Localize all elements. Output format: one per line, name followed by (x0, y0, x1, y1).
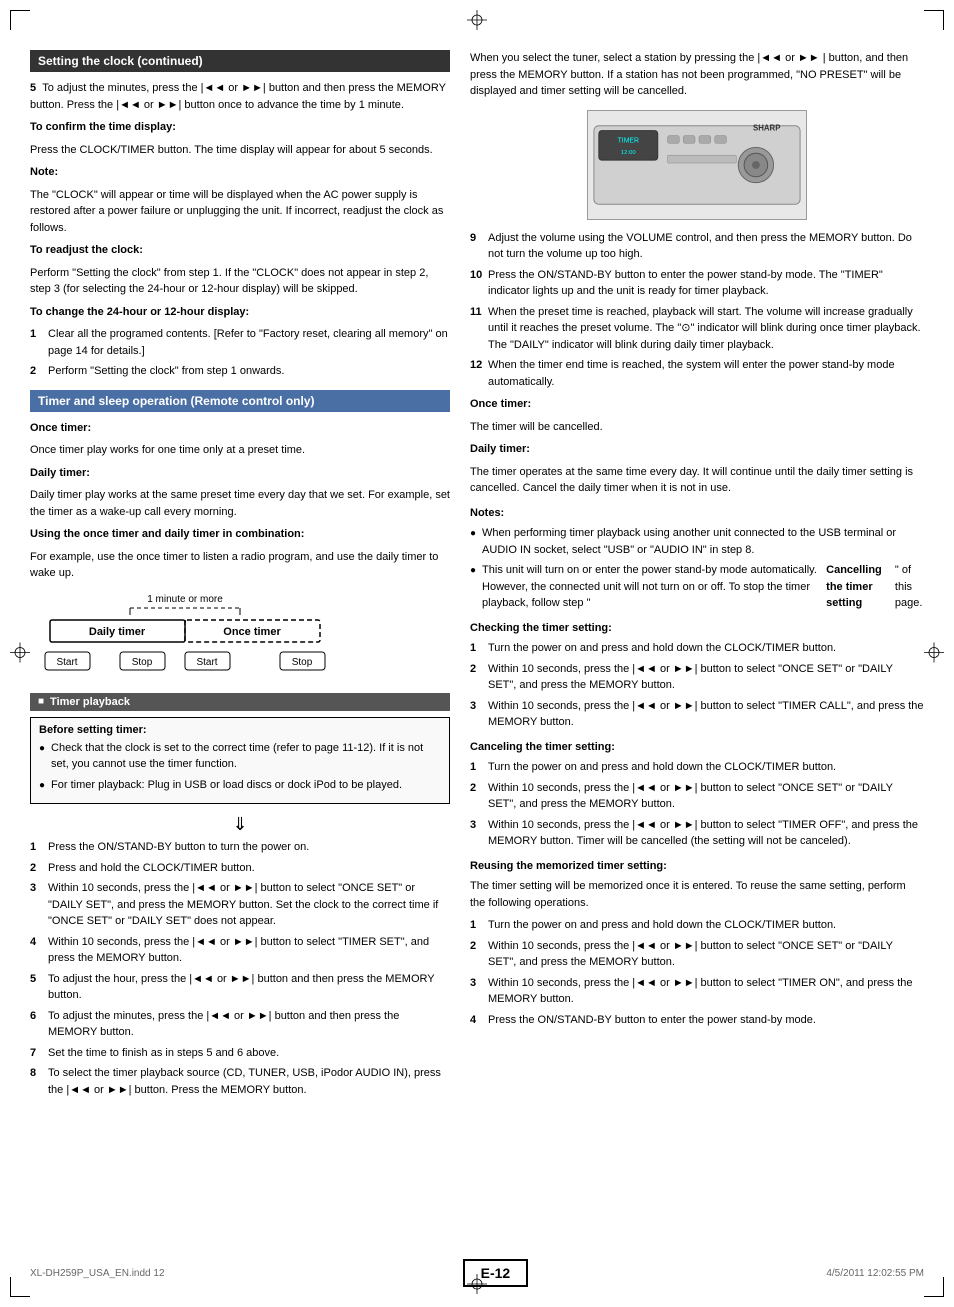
device-image-svg: TIMER 12:00 SHARP (588, 111, 806, 219)
before-title: Before setting timer: (39, 724, 441, 736)
date-info: 4/5/2011 12:02:55 PM (826, 1268, 924, 1279)
svg-text:Once timer: Once timer (223, 626, 281, 638)
readjust-text: Perform "Setting the clock" from step 1.… (30, 265, 450, 298)
once-timer-result-text: The timer will be cancelled. (470, 419, 924, 436)
reusing-step-4: 4Press the ON/STAND-BY button to enter t… (470, 1012, 924, 1029)
timer-step-3: 3Within 10 seconds, press the |◄◄ or ►►|… (30, 880, 450, 930)
notes-bullet-1: When performing timer playback using ano… (470, 525, 924, 558)
right-column: When you select the tuner, select a stat… (470, 50, 924, 1104)
notes-section: Notes: When performing timer playback us… (470, 505, 924, 612)
svg-text:Start: Start (56, 657, 77, 668)
svg-text:Daily timer: Daily timer (89, 626, 146, 638)
timer-step-6: 6To adjust the minutes, press the |◄◄ or… (30, 1008, 450, 1041)
svg-text:1 minute or more: 1 minute or more (147, 594, 223, 605)
step-10: 10Press the ON/STAND-BY button to enter … (470, 267, 924, 300)
checking-step-2: 2Within 10 seconds, press the |◄◄ or ►►|… (470, 661, 924, 694)
svg-text:Start: Start (196, 657, 217, 668)
note-text: The "CLOCK" will appear or time will be … (30, 187, 450, 237)
cancelling-step-3: 3Within 10 seconds, press the |◄◄ or ►►|… (470, 817, 924, 850)
timer-step-1: 1Press the ON/STAND-BY button to turn th… (30, 839, 450, 856)
reusing-step-1: 1Turn the power on and press and hold do… (470, 917, 924, 934)
svg-text:TIMER: TIMER (618, 137, 639, 144)
confirm-text: Press the CLOCK/TIMER button. The time d… (30, 142, 450, 159)
before-bullet-1: Check that the clock is set to the corre… (39, 740, 441, 773)
daily-timer-title: Daily timer: (30, 465, 450, 482)
timer-diagram-svg: 1 minute or more Daily timer Once timer … (30, 590, 340, 685)
once-timer-text: Once timer play works for one time only … (30, 442, 450, 459)
cancelling-step-1: 1Turn the power on and press and hold do… (470, 759, 924, 776)
cancelling-step-2: 2Within 10 seconds, press the |◄◄ or ►►|… (470, 780, 924, 813)
svg-text:12:00: 12:00 (621, 150, 636, 156)
step-9: 9Adjust the volume using the VOLUME cont… (470, 230, 924, 263)
reusing-step-3: 3Within 10 seconds, press the |◄◄ or ►►|… (470, 975, 924, 1008)
reusing-intro: The timer setting will be memorized once… (470, 878, 924, 911)
svg-text:Stop: Stop (292, 657, 313, 668)
section-timer-header: Timer and sleep operation (Remote contro… (30, 390, 450, 412)
note-title: Note: (30, 164, 450, 181)
timer-diagram: 1 minute or more Daily timer Once timer … (30, 590, 340, 685)
down-arrow-icon: ⇓ (30, 814, 450, 835)
steps-9-12-list: 9Adjust the volume using the VOLUME cont… (470, 230, 924, 391)
daily-timer-result-title: Daily timer: (470, 441, 924, 458)
once-timer-title: Once timer: (30, 420, 450, 437)
step-11: 11When the preset time is reached, playb… (470, 304, 924, 354)
timer-steps-list: 1Press the ON/STAND-BY button to turn th… (30, 839, 450, 1098)
change24-item-1: 1Clear all the programed contents. [Refe… (30, 326, 450, 359)
page-footer: XL-DH259P_USA_EN.indd 12 E-12 4/5/2011 1… (30, 1259, 924, 1287)
combo-title: Using the once timer and daily timer in … (30, 526, 450, 543)
section-timer-playback-header: Timer playback (30, 693, 450, 711)
section-clock-header: Setting the clock (continued) (30, 50, 450, 72)
timer-step-7: 7Set the time to finish as in steps 5 an… (30, 1045, 450, 1062)
notes-title: Notes: (470, 505, 924, 522)
before-bullet-2: For timer playback: Plug in USB or load … (39, 777, 441, 794)
daily-timer-text: Daily timer play works at the same prese… (30, 487, 450, 520)
checking-steps-list: 1Turn the power on and press and hold do… (470, 640, 924, 731)
cancelling-title: Canceling the timer setting: (470, 739, 924, 756)
reusing-step-2: 2Within 10 seconds, press the |◄◄ or ►►|… (470, 938, 924, 971)
timer-step-4: 4Within 10 seconds, press the |◄◄ or ►►|… (30, 934, 450, 967)
change24-item-2: 2Perform "Setting the clock" from step 1… (30, 363, 450, 380)
reusing-title: Reusing the memorized timer setting: (470, 858, 924, 875)
step5-text: 5 To adjust the minutes, press the |◄◄ o… (30, 80, 450, 113)
change24-list: 1Clear all the programed contents. [Refe… (30, 326, 450, 380)
notes-bullets-list: When performing timer playback using ano… (470, 525, 924, 612)
daily-timer-result-text: The timer operates at the same time ever… (470, 464, 924, 497)
svg-text:Stop: Stop (132, 657, 153, 668)
page-number-box: E-12 (463, 1259, 529, 1287)
checking-step-3: 3Within 10 seconds, press the |◄◄ or ►►|… (470, 698, 924, 731)
confirm-title: To confirm the time display: (30, 119, 450, 136)
timer-step-2: 2Press and hold the CLOCK/TIMER button. (30, 860, 450, 877)
svg-text:SHARP: SHARP (753, 123, 780, 132)
change24-title: To change the 24-hour or 12-hour display… (30, 304, 450, 321)
once-timer-result-title: Once timer: (470, 396, 924, 413)
before-setting-box: Before setting timer: Check that the clo… (30, 717, 450, 805)
before-bullets: Check that the clock is set to the corre… (39, 740, 441, 794)
step-12: 12When the timer end time is reached, th… (470, 357, 924, 390)
cancelling-steps-list: 1Turn the power on and press and hold do… (470, 759, 924, 850)
timer-step-8: 8To select the timer playback source (CD… (30, 1065, 450, 1098)
page: Setting the clock (continued) 5 To adjus… (0, 0, 954, 1307)
left-column: Setting the clock (continued) 5 To adjus… (30, 50, 450, 1104)
combo-text: For example, use the once timer to liste… (30, 549, 450, 582)
readjust-title: To readjust the clock: (30, 242, 450, 259)
notes-bullet-2: This unit will turn on or enter the powe… (470, 562, 924, 612)
checking-step-1: 1Turn the power on and press and hold do… (470, 640, 924, 657)
device-image: TIMER 12:00 SHARP (587, 110, 807, 220)
checking-title: Checking the timer setting: (470, 620, 924, 637)
reusing-steps-list: 1Turn the power on and press and hold do… (470, 917, 924, 1028)
timer-step-5: 5To adjust the hour, press the |◄◄ or ►►… (30, 971, 450, 1004)
right-intro: When you select the tuner, select a stat… (470, 50, 924, 100)
file-info: XL-DH259P_USA_EN.indd 12 (30, 1268, 165, 1279)
